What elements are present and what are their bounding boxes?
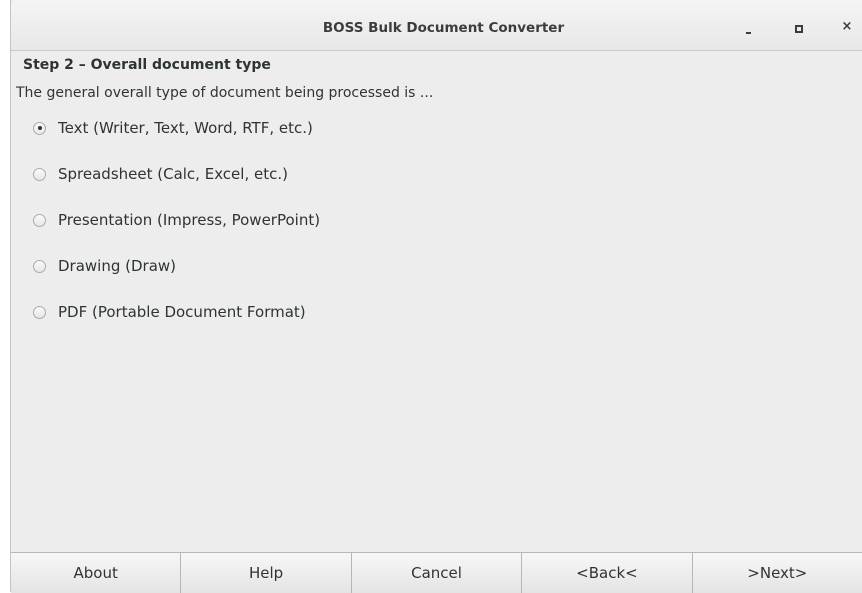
radio-button-drawing[interactable] xyxy=(33,259,46,273)
close-icon: × xyxy=(841,19,853,34)
maximize-icon xyxy=(795,25,803,33)
help-button[interactable]: Help xyxy=(181,553,352,593)
radio-label-text: Text (Writer, Text, Word, RTF, etc.) xyxy=(58,119,313,137)
title-bar[interactable]: BOSS Bulk Document Converter × xyxy=(11,0,862,51)
radio-label-presentation: Presentation (Impress, PowerPoint) xyxy=(58,211,321,229)
radio-label-drawing: Drawing (Draw) xyxy=(58,257,177,275)
radio-option-pdf[interactable]: PDF (Portable Document Format) xyxy=(33,301,533,323)
radio-option-drawing[interactable]: Drawing (Draw) xyxy=(33,255,533,277)
window-title: BOSS Bulk Document Converter xyxy=(322,20,565,36)
radio-button-spreadsheet[interactable] xyxy=(33,167,46,181)
next-button[interactable]: >Next> xyxy=(692,553,862,593)
minimize-button[interactable] xyxy=(739,18,759,38)
cancel-button[interactable]: Cancel xyxy=(351,553,523,593)
instruction-text: The general overall type of document bei… xyxy=(16,85,434,101)
radio-button-presentation[interactable] xyxy=(33,213,46,227)
minimize-icon xyxy=(746,32,751,34)
about-button[interactable]: About xyxy=(11,553,182,593)
radio-button-text[interactable] xyxy=(33,121,46,135)
radio-label-spreadsheet: Spreadsheet (Calc, Excel, etc.) xyxy=(58,165,288,183)
maximize-button[interactable] xyxy=(789,18,809,38)
step-heading: Step 2 – Overall document type xyxy=(23,57,271,73)
close-button[interactable]: × xyxy=(837,18,857,38)
radio-label-pdf: PDF (Portable Document Format) xyxy=(58,303,306,321)
radio-button-pdf[interactable] xyxy=(33,305,46,319)
converter-window: BOSS Bulk Document Converter × Step 2 – … xyxy=(10,0,862,593)
radio-option-spreadsheet[interactable]: Spreadsheet (Calc, Excel, etc.) xyxy=(33,163,533,185)
back-button[interactable]: <Back< xyxy=(522,553,693,593)
radio-option-text[interactable]: Text (Writer, Text, Word, RTF, etc.) xyxy=(33,117,533,139)
radio-option-presentation[interactable]: Presentation (Impress, PowerPoint) xyxy=(33,209,533,231)
wizard-button-bar: About Help Cancel <Back< >Next> xyxy=(11,552,862,593)
